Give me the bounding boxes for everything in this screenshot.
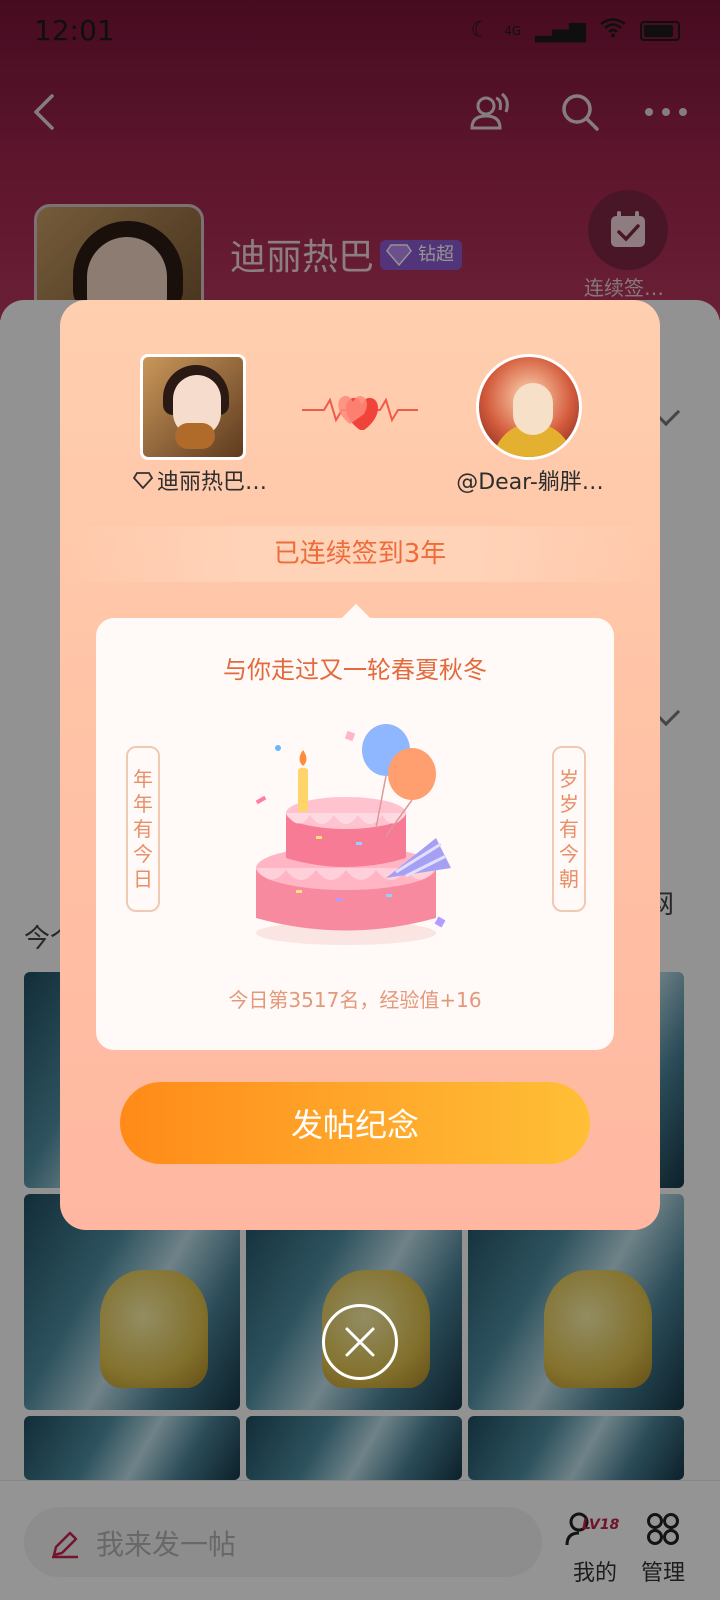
close-icon <box>345 1327 375 1357</box>
partner-avatar <box>476 354 582 460</box>
couplet-right: 岁 岁 有 今 朝 <box>552 746 586 912</box>
post-commemoration-button[interactable]: 发帖纪念 <box>120 1082 590 1164</box>
rank-text: 今日第3517名，经验值+16 <box>228 988 482 1012</box>
user-name: 迪丽热巴… <box>120 464 280 496</box>
partner-name: @Dear-躺胖… <box>456 470 604 495</box>
heart-pulse-icon <box>302 396 418 430</box>
close-modal-button[interactable] <box>322 1304 398 1380</box>
user-avatar <box>140 354 246 460</box>
anniversary-card: 与你走过又一轮春夏秋冬 年 年 有 今 日 岁 岁 有 今 朝 今日第3517名… <box>96 618 614 1050</box>
checkin-anniversary-modal: 迪丽热巴… @Dear-躺胖… 已连续签到3年 与你走过又一轮春夏秋冬 年 年 … <box>60 300 660 1230</box>
user-name-text: 迪丽热巴… <box>156 470 267 495</box>
birthday-cake-illustration <box>255 724 451 945</box>
card-title: 与你走过又一轮春夏秋冬 <box>223 656 487 684</box>
diamond-icon <box>132 472 153 489</box>
streak-banner: 已连续签到3年 <box>60 526 660 582</box>
couplet-left: 年 年 有 今 日 <box>126 746 160 912</box>
